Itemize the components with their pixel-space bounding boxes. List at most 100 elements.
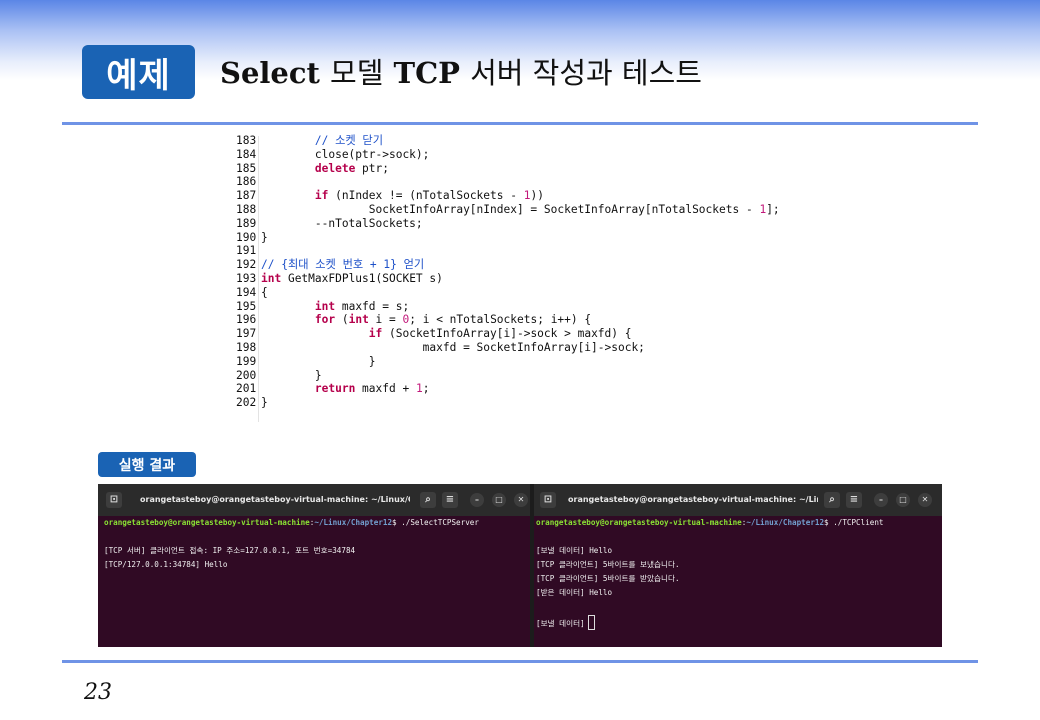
line-number: 201 — [236, 382, 257, 396]
code-text: } — [261, 396, 268, 410]
line-number: 192 — [236, 258, 257, 272]
title-word-select: Select — [220, 56, 320, 90]
code-text: int GetMaxFDPlus1(SOCKET s) — [261, 272, 443, 286]
code-token: } — [261, 368, 322, 382]
code-token: )) — [530, 189, 544, 203]
bottom-divider — [62, 660, 978, 663]
line-number: 200 — [236, 368, 257, 382]
line-number: 183 — [236, 134, 257, 147]
code-number: 1 — [415, 382, 423, 396]
terminal-right-line: [TCP 클라이언트] 5바이트를 받았습니다. — [536, 574, 680, 583]
line-number: 197 — [236, 327, 257, 341]
line-number: 193 — [236, 272, 257, 285]
title-word-tcp: TCP — [393, 56, 460, 90]
new-tab-icon[interactable]: ⊡ — [540, 492, 556, 508]
terminal-right-line: [보낼 데이터] Hello — [536, 546, 613, 555]
code-text: // {최대 소켓 번호 + 1} 얻기 — [261, 258, 424, 272]
terminal-left-line: [TCP/127.0.0.1:34784] Hello — [104, 560, 228, 569]
code-keyword: for — [314, 313, 336, 327]
maximize-icon[interactable]: □ — [492, 493, 506, 507]
code-text: { — [261, 286, 268, 300]
line-number: 187 — [236, 189, 257, 203]
line-number: 202 — [236, 396, 257, 410]
terminal-left-line: [TCP 서버] 클라이언트 접속: IP 주소=127.0.0.1, 포트 번… — [104, 546, 356, 555]
title-word-model: 모델 — [330, 56, 384, 90]
prompt-user: orangetasteboy@orangetasteboy-virtual-ma… — [104, 518, 310, 527]
code-token: maxfd = SocketInfoArray[i]->sock; — [261, 341, 645, 354]
line-number: 188 — [236, 203, 257, 216]
code-token: ( — [335, 313, 349, 327]
code-token: (SocketInfoArray[i]->sock > maxfd) { — [382, 327, 632, 341]
line-number: 189 — [236, 216, 257, 230]
code-keyword: if — [368, 327, 383, 341]
code-keyword: if — [314, 189, 329, 203]
search-icon[interactable]: ⌕ — [824, 492, 840, 508]
code-keyword: int — [314, 299, 336, 313]
code-token: } — [261, 354, 376, 368]
search-icon[interactable]: ⌕ — [420, 492, 436, 508]
prompt-path: ~/Linux/Chapter12 — [746, 518, 825, 527]
code-token: { — [261, 285, 268, 299]
line-number: 196 — [236, 313, 257, 327]
close-icon[interactable]: ✕ — [918, 493, 932, 507]
code-keyword: int — [261, 272, 282, 285]
line-number: 186 — [236, 175, 257, 189]
code-keyword: delete — [314, 161, 356, 175]
code-text: SocketInfoArray[nIndex] = SocketInfoArra… — [261, 203, 780, 217]
example-badge: 예제 — [82, 45, 195, 99]
slide-title: Select 모델 TCP 서버 작성과 테스트 — [220, 50, 702, 92]
minimize-icon[interactable]: – — [874, 493, 888, 507]
code-text: return maxfd + 1; — [261, 382, 430, 396]
code-token: --nTotalSockets; — [261, 216, 423, 230]
code-text: close(ptr->sock); — [261, 147, 430, 162]
code-keyword: int — [348, 313, 369, 327]
code-listing: 183 // 소켓 닫기 184 close(ptr->sock); 185 del… — [236, 134, 796, 424]
code-text: delete ptr; — [261, 162, 389, 176]
result-label: 실행 결과 — [98, 452, 196, 477]
code-token: ; — [422, 382, 430, 396]
menu-icon[interactable]: ≡ — [846, 492, 862, 508]
title-word-rest: 서버 작성과 테스트 — [470, 56, 702, 90]
code-text: if (SocketInfoArray[i]->sock > maxfd) { — [261, 327, 632, 341]
terminal-left: ⊡ orangetasteboy@orangetasteboy-virtual-… — [98, 484, 530, 647]
text-cursor — [587, 615, 595, 630]
code-token: maxfd = s; — [335, 299, 410, 313]
new-tab-icon[interactable]: ⊡ — [106, 492, 122, 508]
maximize-icon[interactable]: □ — [896, 493, 910, 507]
minimize-icon[interactable]: – — [470, 493, 484, 507]
code-token: } — [261, 396, 268, 410]
code-text: // 소켓 닫기 — [261, 134, 383, 148]
code-token: i = — [368, 313, 403, 327]
line-number: 190 — [236, 230, 257, 244]
terminal-left-prompt: orangetasteboy@orangetasteboy-virtual-ma… — [104, 518, 479, 527]
code-keyword: return — [314, 382, 356, 396]
code-text: } — [261, 355, 376, 369]
terminal-right-input[interactable]: [보낼 데이터] — [536, 615, 595, 630]
close-icon[interactable]: ✕ — [514, 493, 528, 507]
menu-icon[interactable]: ≡ — [442, 492, 458, 508]
terminal-right-prompt: orangetasteboy@orangetasteboy-virtual-ma… — [536, 518, 884, 527]
line-number: 198 — [236, 341, 257, 354]
top-divider — [62, 122, 978, 125]
terminal-left-title: orangetasteboy@orangetasteboy-virtual-ma… — [140, 495, 410, 504]
line-number: 199 — [236, 354, 257, 368]
terminal-right-line: [받은 데이터] Hello — [536, 588, 613, 597]
line-number: 194 — [236, 285, 257, 299]
input-prompt: [보낼 데이터] — [536, 619, 585, 628]
code-comment: // {최대 소켓 번호 + 1} 얻기 — [261, 258, 425, 272]
terminal-right-titlebar: ⊡ orangetasteboy@orangetasteboy-virtual-… — [534, 484, 942, 516]
code-token: close(ptr->sock); — [261, 147, 430, 161]
prompt-command: $ ./TCPClient — [824, 518, 884, 527]
line-number: 184 — [236, 147, 257, 161]
code-token: SocketInfoArray[nIndex] = SocketInfoArra… — [261, 203, 760, 216]
code-text: maxfd = SocketInfoArray[i]->sock; — [261, 341, 645, 355]
line-number: 195 — [236, 299, 257, 313]
prompt-path: ~/Linux/Chapter12 — [314, 518, 393, 527]
code-token: } — [261, 230, 268, 244]
